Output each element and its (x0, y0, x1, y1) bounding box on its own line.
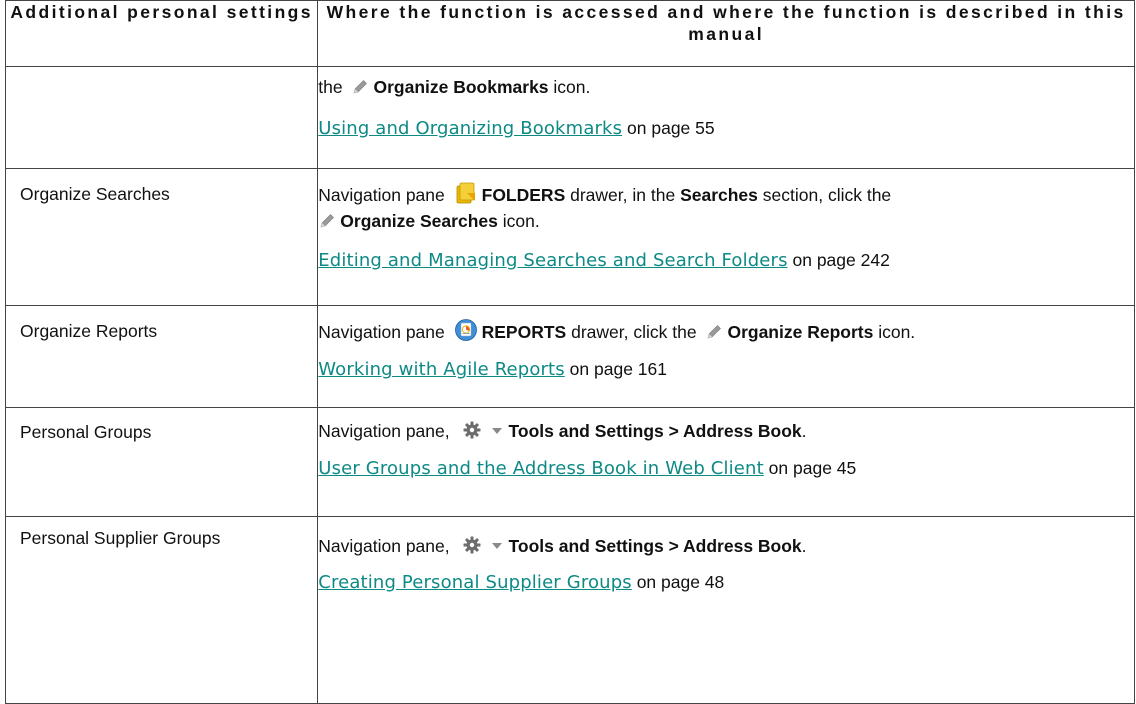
table-row: Personal Supplier Groups Navigation pane… (4, 515, 1135, 704)
setting-cell: Personal Groups (4, 407, 319, 517)
gear-icon (463, 536, 481, 554)
description-cell: Navigation pane, Tools and Settings > Ad… (317, 515, 1135, 704)
instruction-text: the Organize Bookmarks icon. (318, 77, 591, 97)
pencil-icon (318, 212, 336, 230)
reference-text: Editing and Managing Searches and Search… (318, 249, 890, 271)
table-row: the Organize Bookmarks icon. Using and O… (4, 66, 1135, 169)
table-row: Personal Groups Navigation pane, Tools a… (4, 407, 1135, 517)
caret-down-icon (491, 426, 503, 436)
reports-drawer-icon (454, 318, 478, 342)
link-creating-personal-supplier-groups[interactable]: Creating Personal Supplier Groups (318, 572, 632, 593)
reference-text: User Groups and the Address Book in Web … (318, 458, 857, 480)
instruction-text: Navigation pane REPORTS drawer, click th… (318, 318, 1134, 344)
instruction-text: Navigation pane, Tools and Settings > Ad… (318, 535, 807, 556)
reference-text: Working with Agile Reports on page 161 (318, 359, 667, 381)
description-cell: Navigation pane REPORTS drawer, click th… (317, 305, 1135, 409)
setting-name (6, 67, 317, 78)
pencil-icon (705, 323, 723, 341)
gear-icon (463, 421, 481, 439)
link-working-with-agile-reports[interactable]: Working with Agile Reports (318, 359, 565, 380)
instruction-text: Navigation pane, Tools and Settings > Ad… (318, 421, 807, 442)
link-editing-managing-searches[interactable]: Editing and Managing Searches and Search… (318, 250, 787, 271)
setting-cell: Personal Supplier Groups (4, 515, 319, 704)
link-using-organizing-bookmarks[interactable]: Using and Organizing Bookmarks (318, 118, 622, 139)
reference-text: Creating Personal Supplier Groups on pag… (318, 571, 725, 593)
settings-table: Additional personal settings Where the f… (4, 0, 1135, 704)
header-where-accessed: Where the function is accessed and where… (317, 0, 1135, 67)
setting-cell: Organize Searches (4, 167, 319, 307)
link-user-groups-address-book[interactable]: User Groups and the Address Book in Web … (318, 458, 764, 479)
pencil-icon (351, 78, 369, 96)
table-header-row: Additional personal settings Where the f… (4, 0, 1135, 67)
description-cell: the Organize Bookmarks icon. Using and O… (317, 66, 1135, 169)
setting-name: Personal Supplier Groups (20, 527, 221, 548)
setting-name: Personal Groups (20, 422, 152, 443)
folders-drawer-icon (454, 181, 478, 205)
caret-down-icon (491, 541, 503, 551)
header-additional-personal-settings: Additional personal settings (4, 0, 319, 67)
description-cell: Navigation pane FOLDERS drawer, in the S… (317, 167, 1135, 307)
table-row: Organize Searches Navigation pane FOLDER… (4, 167, 1135, 307)
setting-cell (4, 66, 319, 169)
table-row: Organize Reports Navigation pane REPORTS… (4, 305, 1135, 409)
setting-name: Organize Searches (20, 183, 170, 204)
setting-name: Organize Reports (20, 321, 158, 342)
description-cell: Navigation pane, Tools and Settings > Ad… (317, 407, 1135, 517)
reference-text: Using and Organizing Bookmarks on page 5… (318, 118, 715, 139)
setting-cell: Organize Reports (4, 305, 319, 409)
instruction-text: Navigation pane FOLDERS drawer, in the S… (318, 181, 1134, 234)
